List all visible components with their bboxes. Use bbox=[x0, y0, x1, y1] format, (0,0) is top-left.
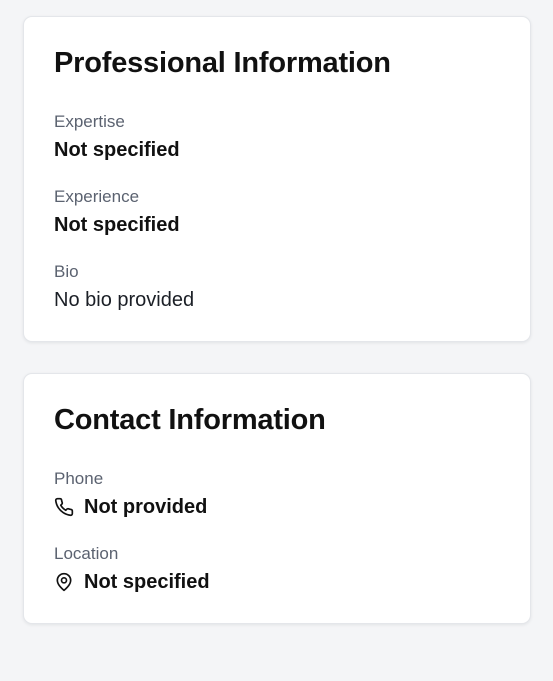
location-value: Not specified bbox=[84, 571, 210, 593]
contact-information-title: Contact Information bbox=[54, 404, 326, 436]
expertise-field: Expertise Not specified bbox=[54, 111, 494, 163]
map-pin-icon bbox=[54, 572, 74, 592]
bio-value: No bio provided bbox=[54, 289, 195, 311]
location-label: Location bbox=[54, 544, 119, 563]
bio-label: Bio bbox=[54, 262, 79, 281]
experience-value: Not specified bbox=[54, 214, 180, 236]
expertise-value: Not specified bbox=[54, 139, 180, 161]
location-field: Location Not specified bbox=[54, 543, 494, 595]
phone-icon bbox=[54, 497, 74, 517]
bio-field: Bio No bio provided bbox=[54, 261, 494, 313]
professional-information-card: Professional Information Expertise Not s… bbox=[23, 16, 531, 342]
phone-field: Phone Not provided bbox=[54, 468, 494, 520]
expertise-label: Expertise bbox=[54, 112, 125, 131]
experience-field: Experience Not specified bbox=[54, 186, 494, 238]
contact-information-card: Contact Information Phone Not provided L… bbox=[23, 373, 531, 624]
phone-label: Phone bbox=[54, 469, 104, 488]
phone-value: Not provided bbox=[84, 496, 208, 518]
location-value-row: Not specified bbox=[54, 569, 494, 595]
professional-information-title: Professional Information bbox=[54, 47, 391, 79]
experience-label: Experience bbox=[54, 187, 140, 206]
phone-value-row: Not provided bbox=[54, 494, 494, 520]
